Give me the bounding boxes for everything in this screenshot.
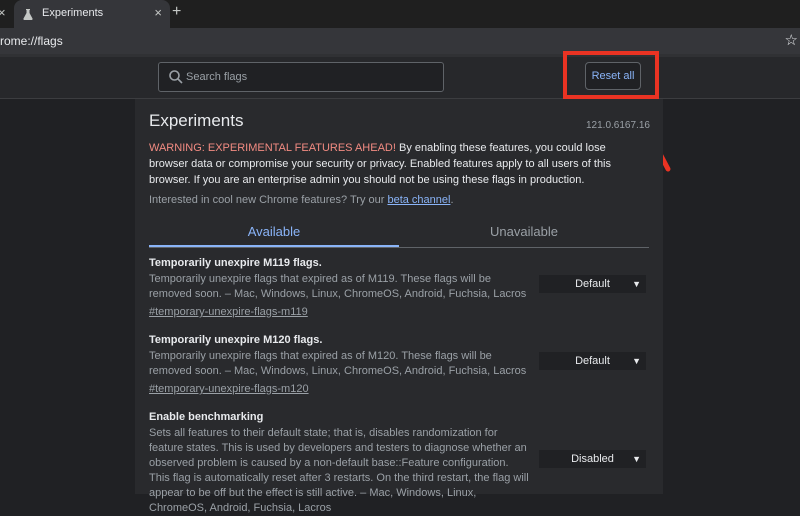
experiment-select-value: Disabled [571, 453, 614, 465]
chevron-down-icon: ▼ [632, 356, 641, 366]
chevron-down-icon: ▼ [632, 279, 641, 289]
experiment-link[interactable]: #temporary-unexpire-flags-m120 [149, 382, 649, 397]
experiment-description: Sets all features to their default state… [149, 427, 529, 514]
tab-unavailable[interactable]: Unavailable [399, 219, 649, 247]
experiment-select-value: Default [575, 278, 610, 290]
flags-tabs: Available Unavailable [149, 219, 649, 248]
beta-promo-text: Interested in cool new Chrome features? … [149, 194, 388, 206]
version-label: 121.0.6167.16 [586, 120, 650, 131]
experiment-select-value: Default [575, 355, 610, 367]
tab-strip: × Experiments × + [0, 0, 800, 28]
tab-close-icon[interactable]: × [154, 5, 162, 20]
experiment-description: Temporarily unexpire flags that expired … [149, 273, 527, 300]
search-icon [169, 70, 183, 84]
experiment-name: Temporarily unexpire M119 flags. [149, 257, 322, 269]
experiment-item: Temporarily unexpire M119 flags. Tempora… [149, 256, 649, 320]
experiment-link[interactable]: #temporary-unexpire-flags-m119 [149, 305, 649, 320]
experiment-item: Enable benchmarking Sets all features to… [149, 410, 649, 516]
warning-message: WARNING: EXPERIMENTAL FEATURES AHEAD! By… [149, 140, 641, 188]
flags-header: Search flags Reset all [0, 57, 800, 99]
experiment-name: Enable benchmarking [149, 411, 264, 423]
url-text[interactable]: rome://flags [0, 34, 63, 48]
bookmark-star-icon[interactable]: ☆ [785, 31, 798, 49]
experiments-panel: Experiments 121.0.6167.16 WARNING: EXPER… [135, 99, 663, 514]
search-placeholder: Search flags [186, 71, 248, 83]
tab-experiments[interactable]: Experiments × [14, 0, 170, 28]
beta-promo-end: . [450, 194, 454, 206]
experiment-select[interactable]: Disabled ▼ [539, 450, 646, 468]
address-bar: rome://flags ☆ [0, 28, 800, 54]
experiment-description: Temporarily unexpire flags that expired … [149, 350, 527, 377]
tab-available[interactable]: Available [149, 219, 399, 247]
flask-icon [23, 9, 33, 20]
experiment-name: Temporarily unexpire M120 flags. [149, 334, 323, 346]
search-input[interactable]: Search flags [158, 62, 444, 92]
experiment-select[interactable]: Default ▼ [539, 352, 646, 370]
annotation-highlight-box [563, 51, 659, 99]
beta-promo: Interested in cool new Chrome features? … [149, 194, 454, 206]
experiment-select[interactable]: Default ▼ [539, 275, 646, 293]
beta-channel-link[interactable]: beta channel [387, 194, 450, 206]
previous-tab-close-icon[interactable]: × [0, 5, 6, 20]
warning-label: WARNING: EXPERIMENTAL FEATURES AHEAD! [149, 142, 396, 154]
experiment-item: Temporarily unexpire M120 flags. Tempora… [149, 333, 649, 397]
chevron-down-icon: ▼ [632, 454, 641, 464]
tab-title: Experiments [42, 7, 104, 19]
page-title: Experiments [149, 111, 244, 130]
new-tab-button[interactable]: + [172, 3, 181, 21]
